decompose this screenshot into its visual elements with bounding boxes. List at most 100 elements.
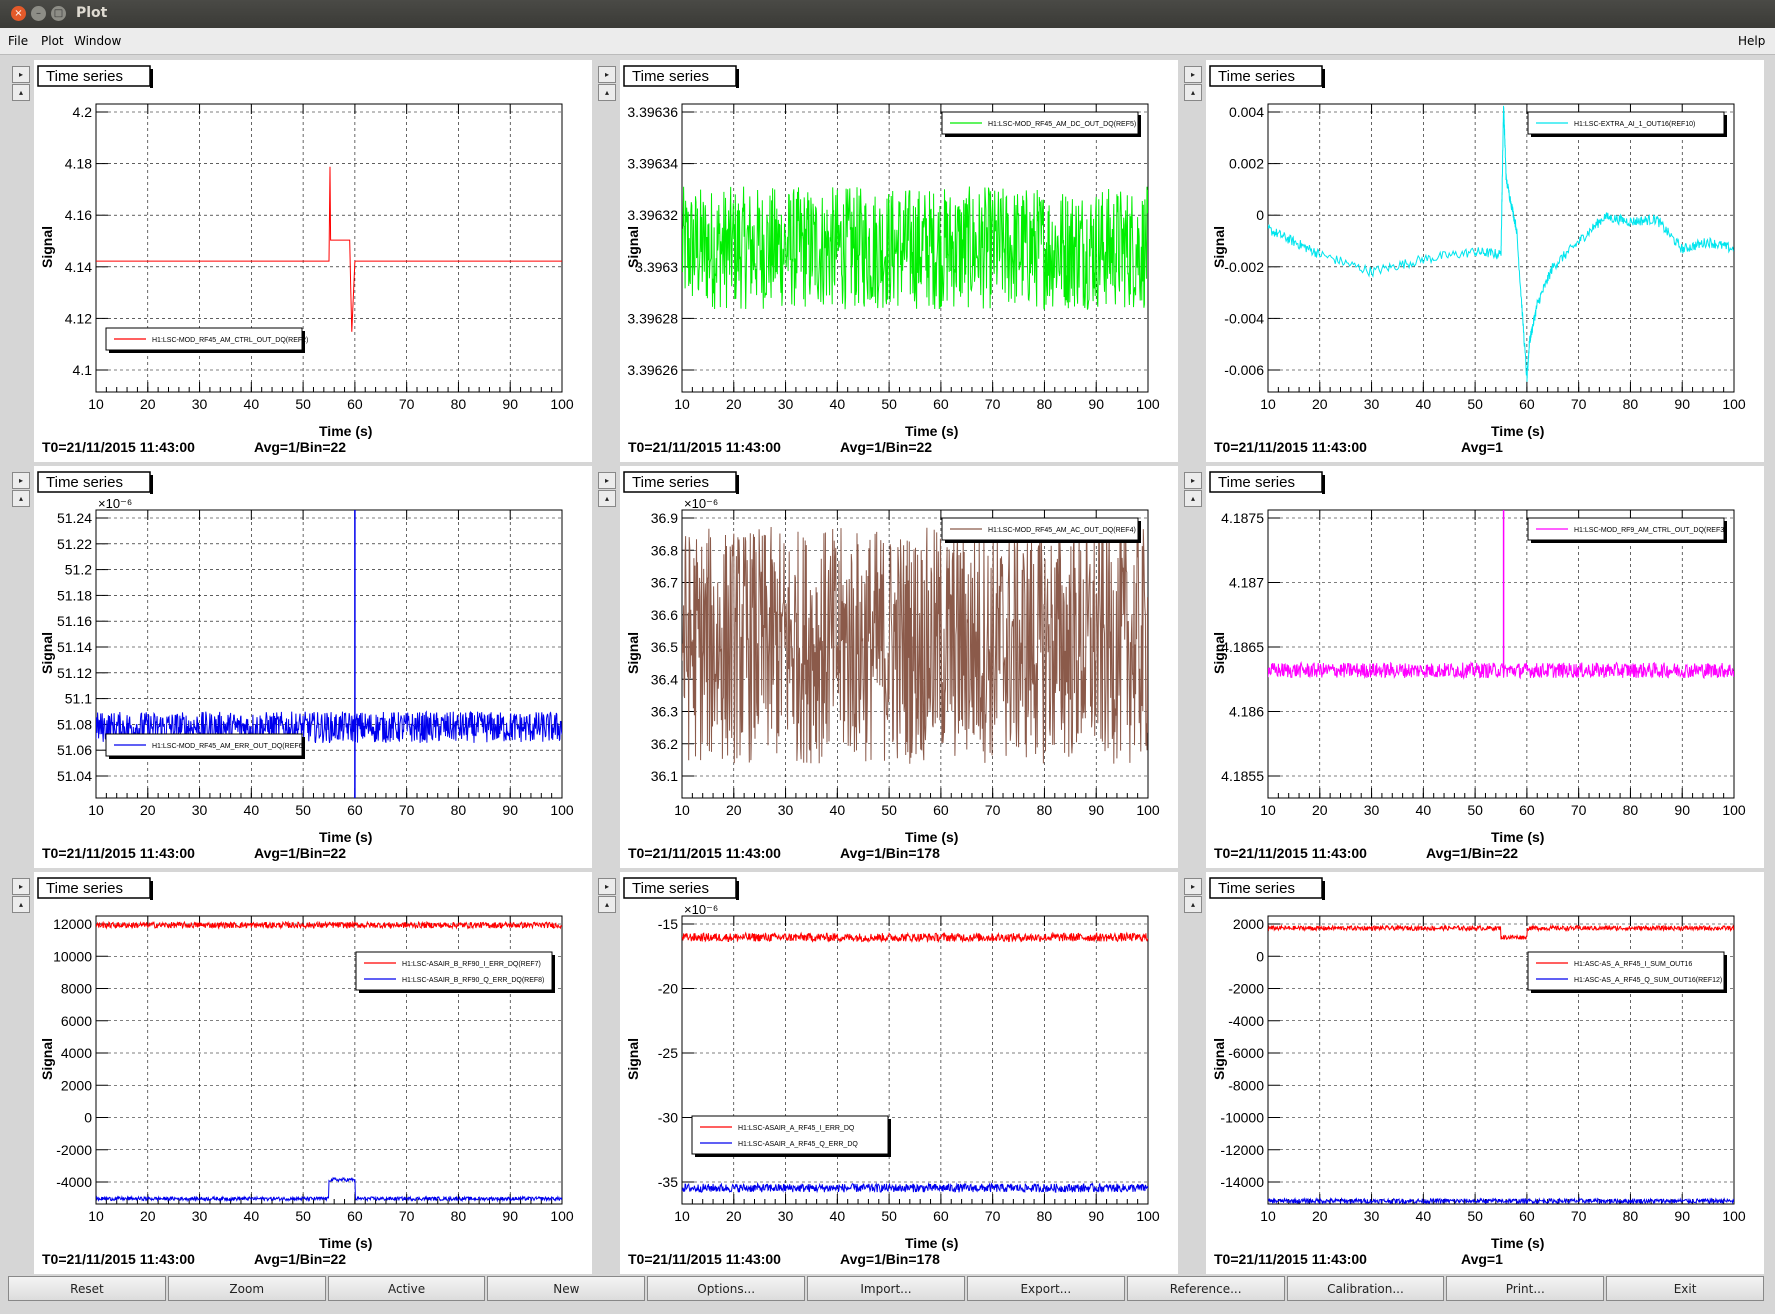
x-tick-label: 70: [1571, 1208, 1587, 1224]
import-button[interactable]: Import...: [807, 1276, 965, 1301]
y-axis-label: Signal: [625, 632, 641, 674]
y-tick-label: 51.12: [57, 665, 92, 681]
y-exponent: ×10⁻⁶: [684, 902, 718, 917]
t0-label: T0=21/11/2015 11:43:00: [42, 1251, 195, 1267]
y-tick-label: 2000: [1233, 916, 1264, 932]
exit-button[interactable]: Exit: [1606, 1276, 1764, 1301]
tab-title[interactable]: Time series: [46, 68, 123, 85]
collapse-arrow-icon[interactable]: ▴: [12, 896, 30, 913]
x-tick-label: 70: [399, 396, 415, 412]
expand-arrow-icon[interactable]: ▸: [598, 878, 616, 895]
y-tick-label: -0.004: [1224, 310, 1264, 326]
tab-title[interactable]: Time series: [632, 880, 709, 897]
expand-arrow-icon[interactable]: ▸: [598, 472, 616, 489]
expand-arrow-icon[interactable]: ▸: [1184, 878, 1202, 895]
x-tick-label: 100: [550, 802, 574, 818]
x-tick-label: 90: [1088, 802, 1104, 818]
expand-arrow-icon[interactable]: ▸: [12, 472, 30, 489]
expand-arrow-icon[interactable]: ▸: [12, 878, 30, 895]
tab-title[interactable]: Time series: [1218, 68, 1295, 85]
x-tick-label: 40: [830, 802, 846, 818]
active-button[interactable]: Active: [327, 1276, 486, 1301]
x-tick-label: 60: [347, 1208, 363, 1224]
menu-plot[interactable]: Plot: [41, 34, 64, 48]
plot-canvas[interactable]: Time series 10 20 30 40 50 60 70 80 90 100 36.9 36.8…: [620, 466, 1178, 868]
y-tick-label: 51.22: [57, 536, 92, 552]
plot-canvas[interactable]: Time series 10 20 30 40 50 60 70 80 90 100 3.39636 3…: [620, 60, 1178, 462]
tab-title[interactable]: Time series: [632, 474, 709, 491]
calibration-button[interactable]: Calibration...: [1286, 1276, 1445, 1301]
y-axis-label: Signal: [1211, 226, 1227, 268]
x-tick-label: 50: [1467, 1208, 1483, 1224]
t0-label: T0=21/11/2015 11:43:00: [1214, 845, 1367, 861]
options-button[interactable]: Options...: [647, 1276, 806, 1301]
reset-button[interactable]: Reset: [8, 1276, 166, 1301]
tab-title[interactable]: Time series: [46, 474, 123, 491]
collapse-arrow-icon[interactable]: ▴: [598, 896, 616, 913]
plot-panel-5: ▸ ▴ Time series 10 20 30 40 50 60 70 80 90 100 36.9 36…: [594, 466, 1178, 868]
x-tick-label: 10: [674, 1208, 690, 1224]
expand-arrow-icon[interactable]: ▸: [12, 66, 30, 83]
x-tick-label: 20: [1312, 396, 1328, 412]
y-tick-label: -35: [658, 1174, 678, 1190]
menu-file[interactable]: File: [8, 34, 28, 48]
plot-canvas[interactable]: Time series 10 20 30 40 50 60 70 80 90 100 0.004 0.0…: [1206, 60, 1764, 462]
reference-button[interactable]: Reference...: [1126, 1276, 1285, 1301]
x-tick-label: 10: [88, 396, 104, 412]
new-button[interactable]: New: [487, 1276, 646, 1301]
collapse-arrow-icon[interactable]: ▴: [598, 490, 616, 507]
collapse-arrow-icon[interactable]: ▴: [1184, 490, 1202, 507]
x-tick-label: 100: [1136, 802, 1160, 818]
x-tick-label: 50: [881, 1208, 897, 1224]
y-tick-label: 4.1: [73, 362, 93, 378]
x-tick-label: 40: [830, 1208, 846, 1224]
tab-title[interactable]: Time series: [1218, 880, 1295, 897]
tab-shadow: [150, 881, 153, 900]
plot-canvas[interactable]: Time series 10 20 30 40 50 60 70 80 90 100 -15 -20 -2…: [620, 872, 1178, 1274]
menu-window[interactable]: Window: [74, 34, 121, 48]
expand-arrow-icon[interactable]: ▸: [598, 66, 616, 83]
x-tick-label: 30: [1364, 396, 1380, 412]
collapse-arrow-icon[interactable]: ▴: [12, 84, 30, 101]
collapse-arrow-icon[interactable]: ▴: [1184, 896, 1202, 913]
tab-title[interactable]: Time series: [632, 68, 709, 85]
plot-canvas[interactable]: Time series 10 20 30 40 50 60 70 80 90 100 4.2 4.18 4…: [34, 60, 592, 462]
y-tick-label: 4.1855: [1221, 768, 1264, 784]
y-axis-label: Signal: [39, 632, 55, 674]
y-tick-label: -0.002: [1224, 259, 1264, 275]
export-button[interactable]: Export...: [966, 1276, 1125, 1301]
y-tick-label: 12000: [53, 916, 92, 932]
expand-arrow-icon[interactable]: ▸: [1184, 66, 1202, 83]
tab-title[interactable]: Time series: [1218, 474, 1295, 491]
x-tick-label: 50: [881, 396, 897, 412]
zoom-button[interactable]: Zoom: [167, 1276, 326, 1301]
x-tick-label: 90: [1674, 1208, 1690, 1224]
collapse-arrow-icon[interactable]: ▴: [12, 490, 30, 507]
button-bar: Reset Zoom Active New Options... Import... Exp…: [8, 1276, 1766, 1303]
x-axis-label: Time (s): [905, 423, 958, 439]
legend-entry: H1:LSC-ASAIR_A_RF45_Q_ERR_DQ: [738, 1141, 858, 1148]
plot-canvas[interactable]: Time series 10 20 30 40 50 60 70 80 90 100 4.1875 4.…: [1206, 466, 1764, 868]
collapse-arrow-icon[interactable]: ▴: [1184, 84, 1202, 101]
minimize-icon[interactable]: –: [31, 6, 46, 21]
y-tick-label: -2000: [1228, 981, 1264, 997]
y-tick-label: -12000: [1220, 1142, 1264, 1158]
x-tick-label: 80: [1037, 396, 1053, 412]
print-button[interactable]: Print...: [1446, 1276, 1605, 1301]
menu-help[interactable]: Help: [1738, 34, 1765, 48]
maximize-icon[interactable]: □: [51, 6, 66, 21]
plot-canvas[interactable]: Time series 10 20 30 40 50 60 70 80 90 100 51.24 51.…: [34, 466, 592, 868]
close-icon[interactable]: ×: [11, 6, 26, 21]
x-tick-label: 40: [1416, 396, 1432, 412]
y-axis-label: Signal: [1211, 1038, 1227, 1080]
y-tick-label: -2000: [56, 1142, 92, 1158]
plot-canvas[interactable]: Time series 10 20 30 40 50 60 70 80 90 100 12000 100…: [34, 872, 592, 1274]
legend-entry: H1:LSC-MOD_RF45_AM_CTRL_OUT_DQ(REF2): [152, 337, 308, 344]
plot-canvas[interactable]: Time series 10 20 30 40 50 60 70 80 90 100 2000 0 -20…: [1206, 872, 1764, 1274]
expand-arrow-icon[interactable]: ▸: [1184, 472, 1202, 489]
collapse-arrow-icon[interactable]: ▴: [598, 84, 616, 101]
tab-title[interactable]: Time series: [46, 880, 123, 897]
y-tick-label: 0: [1256, 948, 1264, 964]
x-tick-label: 50: [1467, 396, 1483, 412]
legend-entry: H1:LSC-MOD_RF45_AM_AC_OUT_DQ(REF4): [988, 527, 1136, 534]
